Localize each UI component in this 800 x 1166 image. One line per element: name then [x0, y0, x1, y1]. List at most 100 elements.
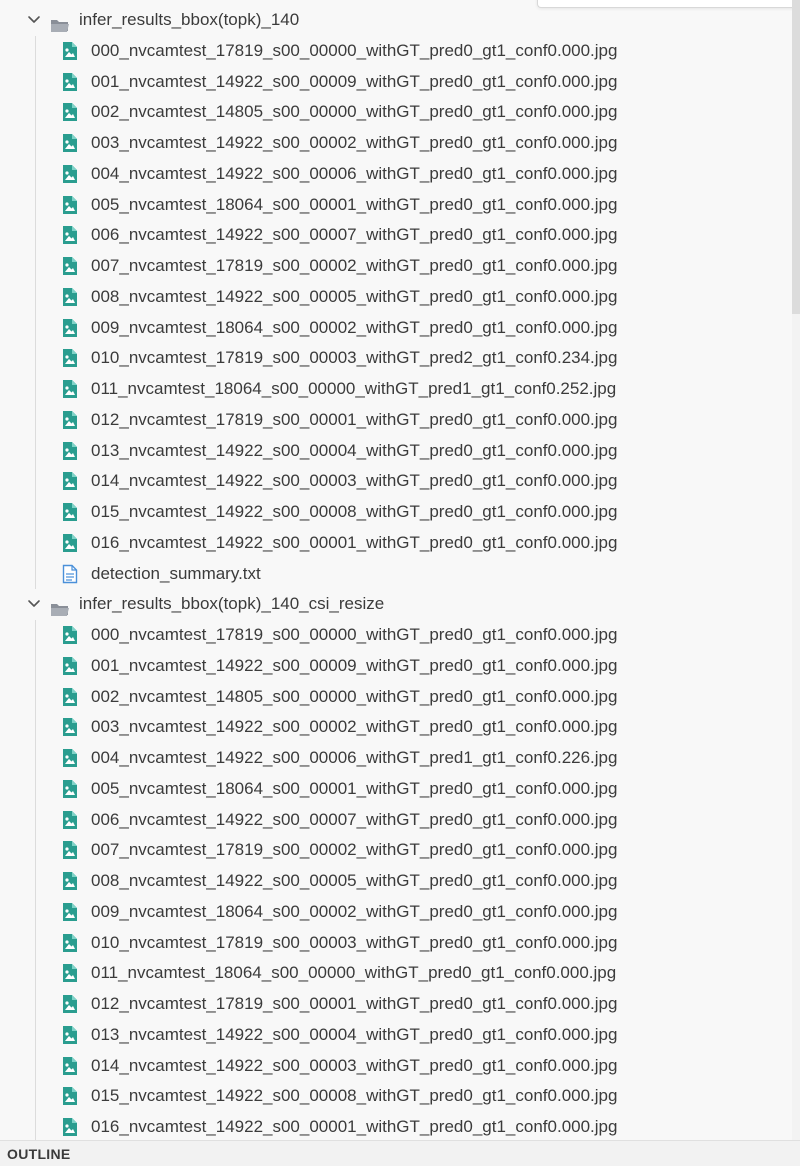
- file-row[interactable]: 005_nvcamtest_18064_s00_00001_withGT_pre…: [0, 190, 792, 221]
- file-label: 002_nvcamtest_14805_s00_00000_withGT_pre…: [91, 102, 618, 122]
- image-file-icon: [62, 41, 78, 61]
- text-file-icon: [62, 564, 78, 584]
- file-row[interactable]: 007_nvcamtest_17819_s00_00002_withGT_pre…: [0, 251, 792, 282]
- file-label: 015_nvcamtest_14922_s00_00008_withGT_pre…: [91, 1086, 618, 1106]
- file-label: 012_nvcamtest_17819_s00_00001_withGT_pre…: [91, 994, 618, 1013]
- file-row[interactable]: 002_nvcamtest_14805_s00_00000_withGT_pre…: [0, 682, 792, 713]
- file-label: 003_nvcamtest_14922_s00_00002_withGT_pre…: [91, 717, 618, 737]
- file-label: 002_nvcamtest_14805_s00_00000_withGT_pre…: [91, 686, 618, 706]
- file-label: 007_nvcamtest_17819_s00_00002_withGT_pre…: [91, 256, 618, 275]
- file-label: 010_nvcamtest_17819_s00_00003_withGT_pre…: [91, 348, 618, 368]
- file-row[interactable]: 016_nvcamtest_14922_s00_00001_withGT_pre…: [0, 528, 792, 559]
- image-file-icon: [62, 1056, 78, 1076]
- file-row[interactable]: 008_nvcamtest_14922_s00_00005_withGT_pre…: [0, 282, 792, 313]
- folder-children: 000_nvcamtest_17819_s00_00000_withGT_pre…: [0, 35, 792, 590]
- file-label: 009_nvcamtest_18064_s00_00002_withGT_pre…: [91, 901, 618, 921]
- image-file-icon: [62, 348, 78, 368]
- file-label: 014_nvcamtest_14922_s00_00003_withGT_pre…: [91, 471, 618, 491]
- file-label: 006_nvcamtest_14922_s00_00007_withGT_pre…: [91, 809, 618, 829]
- file-row[interactable]: 011_nvcamtest_18064_s00_00000_withGT_pre…: [0, 958, 792, 989]
- image-file-icon: [62, 933, 78, 953]
- file-row[interactable]: 010_nvcamtest_17819_s00_00003_withGT_pre…: [0, 928, 792, 959]
- file-row[interactable]: 006_nvcamtest_14922_s00_00007_withGT_pre…: [0, 805, 792, 836]
- file-label: 009_nvcamtest_18064_s00_00002_withGT_pre…: [91, 317, 618, 337]
- file-row[interactable]: 006_nvcamtest_14922_s00_00007_withGT_pre…: [0, 220, 792, 251]
- file-label: 007_nvcamtest_17819_s00_00002_withGT_pre…: [91, 840, 618, 860]
- image-file-icon: [62, 748, 78, 768]
- file-row[interactable]: 015_nvcamtest_14922_s00_00008_withGT_pre…: [0, 1081, 792, 1112]
- file-explorer: infer_results_bbox(topk)_140 000_nvcamtes…: [0, 0, 800, 1166]
- file-label: 013_nvcamtest_14922_s00_00004_withGT_pre…: [91, 1024, 618, 1044]
- file-row[interactable]: 008_nvcamtest_14922_s00_00005_withGT_pre…: [0, 866, 792, 897]
- file-row[interactable]: 007_nvcamtest_17819_s00_00002_withGT_pre…: [0, 835, 792, 866]
- image-file-icon: [62, 902, 78, 922]
- file-label: 014_nvcamtest_14922_s00_00003_withGT_pre…: [91, 1055, 618, 1075]
- file-label: 000_nvcamtest_17819_s00_00000_withGT_pre…: [91, 625, 618, 644]
- file-row[interactable]: 001_nvcamtest_14922_s00_00009_withGT_pre…: [0, 67, 792, 98]
- file-row[interactable]: 014_nvcamtest_14922_s00_00003_withGT_pre…: [0, 1051, 792, 1082]
- file-label: 012_nvcamtest_17819_s00_00001_withGT_pre…: [91, 409, 618, 429]
- folder-open-icon: [50, 597, 70, 617]
- image-file-icon: [62, 72, 78, 92]
- image-file-icon: [62, 840, 78, 860]
- folder-label: infer_results_bbox(topk)_140: [79, 10, 300, 29]
- file-row[interactable]: 015_nvcamtest_14922_s00_00008_withGT_pre…: [0, 497, 792, 528]
- file-row[interactable]: 000_nvcamtest_17819_s00_00000_withGT_pre…: [0, 620, 792, 651]
- file-row[interactable]: 012_nvcamtest_17819_s00_00001_withGT_pre…: [0, 989, 792, 1020]
- file-row[interactable]: 013_nvcamtest_14922_s00_00004_withGT_pre…: [0, 436, 792, 467]
- file-row[interactable]: 016_nvcamtest_14922_s00_00001_withGT_pre…: [0, 1112, 792, 1143]
- image-file-icon: [62, 379, 78, 399]
- file-label: 016_nvcamtest_14922_s00_00001_withGT_pre…: [91, 1117, 618, 1136]
- file-label: 001_nvcamtest_14922_s00_00009_withGT_pre…: [91, 71, 618, 91]
- folder-row[interactable]: infer_results_bbox(topk)_140_csi_resize: [0, 589, 792, 620]
- file-row[interactable]: 005_nvcamtest_18064_s00_00001_withGT_pre…: [0, 774, 792, 805]
- image-file-icon: [62, 717, 78, 737]
- image-file-icon: [62, 533, 78, 553]
- file-row[interactable]: 009_nvcamtest_18064_s00_00002_withGT_pre…: [0, 313, 792, 344]
- image-file-icon: [62, 810, 78, 830]
- scrollbar-thumb[interactable]: [792, 0, 800, 314]
- file-tree: infer_results_bbox(topk)_140 000_nvcamtes…: [0, 5, 792, 1143]
- file-label: 006_nvcamtest_14922_s00_00007_withGT_pre…: [91, 225, 618, 245]
- file-label: 008_nvcamtest_14922_s00_00005_withGT_pre…: [91, 871, 618, 890]
- file-row[interactable]: 012_nvcamtest_17819_s00_00001_withGT_pre…: [0, 405, 792, 436]
- file-row[interactable]: 003_nvcamtest_14922_s00_00002_withGT_pre…: [0, 712, 792, 743]
- file-label: 001_nvcamtest_14922_s00_00009_withGT_pre…: [91, 655, 618, 675]
- file-label: 000_nvcamtest_17819_s00_00000_withGT_pre…: [91, 40, 618, 60]
- file-row[interactable]: 004_nvcamtest_14922_s00_00006_withGT_pre…: [0, 743, 792, 774]
- folder-row[interactable]: infer_results_bbox(topk)_140: [0, 5, 792, 36]
- file-label: 004_nvcamtest_14922_s00_00006_withGT_pre…: [91, 748, 618, 767]
- folder-children: 000_nvcamtest_17819_s00_00000_withGT_pre…: [0, 620, 792, 1143]
- outline-title: OUTLINE: [7, 1146, 71, 1162]
- file-label: 003_nvcamtest_14922_s00_00002_withGT_pre…: [91, 133, 618, 152]
- file-row[interactable]: 011_nvcamtest_18064_s00_00000_withGT_pre…: [0, 374, 792, 405]
- image-file-icon: [62, 195, 78, 215]
- file-label: 011_nvcamtest_18064_s00_00000_withGT_pre…: [91, 379, 617, 398]
- scrollbar[interactable]: [792, 0, 800, 1140]
- folder-open-icon: [50, 13, 70, 32]
- file-row[interactable]: 014_nvcamtest_14922_s00_00003_withGT_pre…: [0, 466, 792, 497]
- folder-label: infer_results_bbox(topk)_140_csi_resize: [79, 594, 385, 614]
- file-label: 013_nvcamtest_14922_s00_00004_withGT_pre…: [91, 440, 618, 460]
- file-row[interactable]: 001_nvcamtest_14922_s00_00009_withGT_pre…: [0, 651, 792, 682]
- file-row[interactable]: 003_nvcamtest_14922_s00_00002_withGT_pre…: [0, 128, 792, 159]
- image-file-icon: [62, 871, 78, 891]
- file-label: 004_nvcamtest_14922_s00_00006_withGT_pre…: [91, 163, 618, 183]
- outline-section-header[interactable]: OUTLINE: [0, 1140, 800, 1166]
- image-file-icon: [62, 963, 78, 983]
- file-row[interactable]: 004_nvcamtest_14922_s00_00006_withGT_pre…: [0, 159, 792, 190]
- image-file-icon: [62, 102, 78, 122]
- file-row[interactable]: 009_nvcamtest_18064_s00_00002_withGT_pre…: [0, 897, 792, 928]
- image-file-icon: [62, 410, 78, 430]
- file-row[interactable]: 010_nvcamtest_17819_s00_00003_withGT_pre…: [0, 343, 792, 374]
- file-row[interactable]: detection_summary.txt: [0, 559, 792, 590]
- image-file-icon: [62, 625, 78, 645]
- chevron-down-icon[interactable]: [27, 5, 41, 36]
- file-row[interactable]: 000_nvcamtest_17819_s00_00000_withGT_pre…: [0, 36, 792, 67]
- file-label: detection_summary.txt: [91, 563, 261, 583]
- image-file-icon: [62, 133, 78, 153]
- chevron-down-icon[interactable]: [27, 589, 41, 620]
- file-label: 005_nvcamtest_18064_s00_00001_withGT_pre…: [91, 778, 618, 798]
- file-row[interactable]: 013_nvcamtest_14922_s00_00004_withGT_pre…: [0, 1020, 792, 1051]
- file-row[interactable]: 002_nvcamtest_14805_s00_00000_withGT_pre…: [0, 97, 792, 128]
